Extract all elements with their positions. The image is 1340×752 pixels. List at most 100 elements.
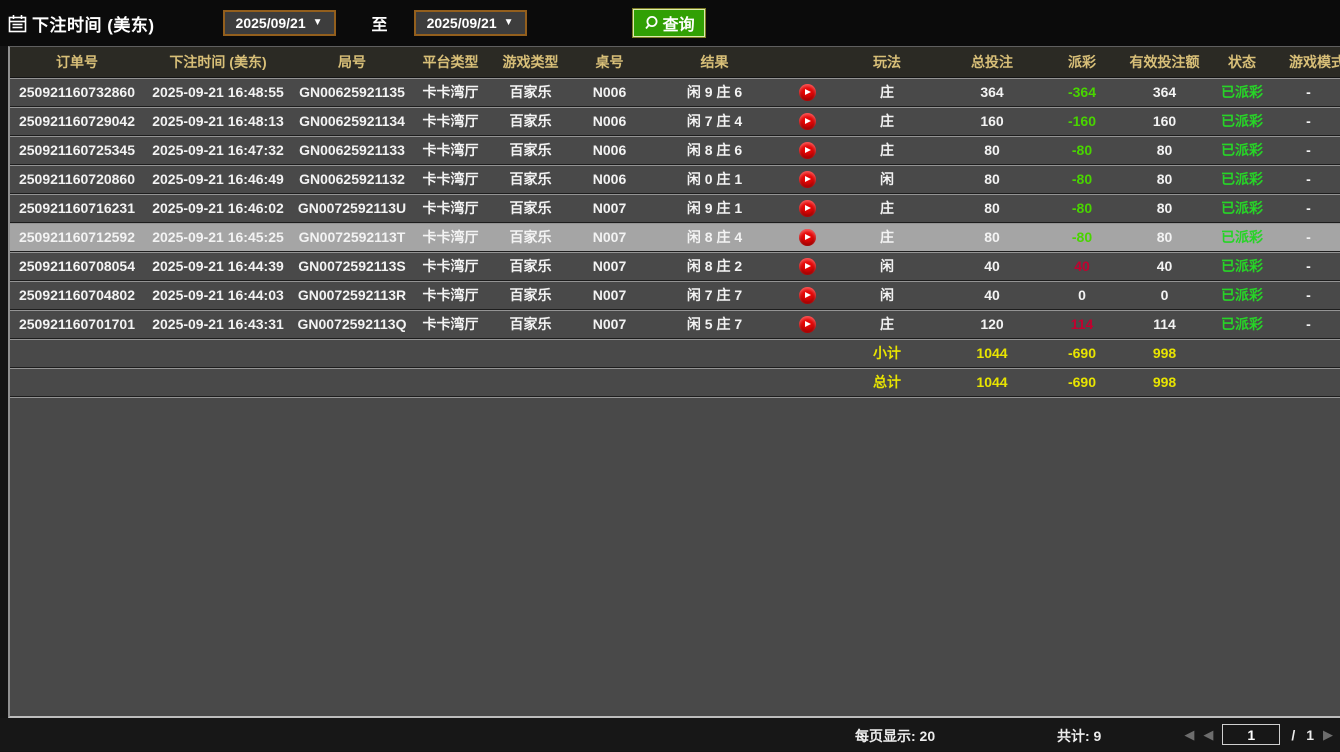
cell-bet-time: 2025-09-21 16:48:13 [144, 107, 292, 136]
cell-valid-bet: 80 [1122, 223, 1207, 252]
cell-bet-time: 2025-09-21 16:43:31 [144, 310, 292, 339]
cell-status: 已派彩 [1207, 165, 1277, 194]
cell-order-id: 250921160716231 [10, 194, 144, 223]
prev-page-icon[interactable]: ◀ [1203, 728, 1213, 741]
date-from-value: 2025/09/21 [236, 15, 306, 31]
cell-total-bet: 364 [942, 78, 1042, 107]
table-header-row: 订单号 下注时间 (美东) 局号 平台类型 游戏类型 桌号 结果 玩法 总投注 … [10, 47, 1340, 78]
cell-result: 闲 5 庄 7 [647, 310, 782, 339]
cell-total-bet: 160 [942, 107, 1042, 136]
replay-video-icon[interactable] [799, 229, 816, 246]
table-row[interactable]: 250921160701701 2025-09-21 16:43:31 GN00… [10, 310, 1340, 339]
cell-game-type: 百家乐 [489, 194, 572, 223]
cell-replay [782, 107, 832, 136]
filter-toolbar: 下注时间 (美东) 2025/09/21 ▼ 至 2025/09/21 ▼ 查询 [0, 0, 1340, 46]
cell-result: 闲 7 庄 7 [647, 281, 782, 310]
cell-valid-bet: 80 [1122, 165, 1207, 194]
cell-valid-bet: 160 [1122, 107, 1207, 136]
first-page-icon[interactable]: ◀ [1184, 728, 1194, 741]
table-row[interactable]: 250921160708054 2025-09-21 16:44:39 GN00… [10, 252, 1340, 281]
chevron-down-icon: ▼ [504, 18, 514, 28]
table-row[interactable]: 250921160725345 2025-09-21 16:47:32 GN00… [10, 136, 1340, 165]
col-header-round-id: 局号 [292, 47, 412, 78]
cell-game-mode: - [1277, 194, 1340, 223]
cell-round-id: GN0072592113U [292, 194, 412, 223]
replay-video-icon[interactable] [799, 316, 816, 333]
to-label: 至 [372, 11, 388, 35]
cell-status: 已派彩 [1207, 223, 1277, 252]
subtotal-total-bet: 1044 [942, 339, 1042, 368]
cell-result: 闲 8 庄 2 [647, 252, 782, 281]
cell-payout: -160 [1042, 107, 1122, 136]
cell-game-mode: - [1277, 78, 1340, 107]
query-button[interactable]: 查询 [633, 9, 705, 37]
table-row[interactable]: 250921160704802 2025-09-21 16:44:03 GN00… [10, 281, 1340, 310]
cell-bet-time: 2025-09-21 16:45:25 [144, 223, 292, 252]
table-row[interactable]: 250921160716231 2025-09-21 16:46:02 GN00… [10, 194, 1340, 223]
page-title: 下注时间 (美东) [32, 11, 155, 36]
cell-payout: -364 [1042, 78, 1122, 107]
table-row[interactable]: 250921160729042 2025-09-21 16:48:13 GN00… [10, 107, 1340, 136]
cell-payout: -80 [1042, 223, 1122, 252]
cell-order-id: 250921160708054 [10, 252, 144, 281]
cell-platform: 卡卡湾厅 [412, 78, 489, 107]
cell-bet-time: 2025-09-21 16:48:55 [144, 78, 292, 107]
cell-payout: 40 [1042, 252, 1122, 281]
col-header-total-bet: 总投注 [942, 47, 1042, 78]
table-row[interactable]: 250921160732860 2025-09-21 16:48:55 GN00… [10, 78, 1340, 107]
cell-platform: 卡卡湾厅 [412, 165, 489, 194]
cell-bet-time: 2025-09-21 16:46:02 [144, 194, 292, 223]
grand-total-row: 总计 1044 -690 998 [10, 368, 1340, 397]
replay-video-icon[interactable] [799, 200, 816, 217]
replay-video-icon[interactable] [799, 142, 816, 159]
cell-result: 闲 8 庄 4 [647, 223, 782, 252]
calendar-icon [8, 14, 27, 33]
cell-game-type: 百家乐 [489, 78, 572, 107]
cell-platform: 卡卡湾厅 [412, 194, 489, 223]
cell-round-id: GN0072592113R [292, 281, 412, 310]
date-from-select[interactable]: 2025/09/21 ▼ [223, 10, 336, 36]
query-button-label: 查询 [663, 11, 695, 35]
cell-game-type: 百家乐 [489, 310, 572, 339]
col-header-game-type: 游戏类型 [489, 47, 572, 78]
cell-round-id: GN0072592113S [292, 252, 412, 281]
total-count-label: 共计: 9 [1057, 726, 1101, 746]
cell-status: 已派彩 [1207, 281, 1277, 310]
cell-status: 已派彩 [1207, 252, 1277, 281]
replay-video-icon[interactable] [799, 84, 816, 101]
col-header-replay [782, 47, 832, 78]
cell-play: 庄 [832, 310, 942, 339]
subtotal-valid-bet: 998 [1122, 339, 1207, 368]
chevron-down-icon: ▼ [313, 18, 323, 28]
cell-play: 庄 [832, 136, 942, 165]
cell-total-bet: 40 [942, 281, 1042, 310]
col-header-order-id: 订单号 [10, 47, 144, 78]
cell-result: 闲 7 庄 4 [647, 107, 782, 136]
page-number-input[interactable] [1222, 724, 1280, 745]
replay-video-icon[interactable] [799, 171, 816, 188]
date-to-select[interactable]: 2025/09/21 ▼ [414, 10, 527, 36]
cell-table-no: N007 [572, 281, 647, 310]
replay-video-icon[interactable] [799, 113, 816, 130]
cell-payout: -80 [1042, 194, 1122, 223]
cell-replay [782, 136, 832, 165]
cell-table-no: N007 [572, 252, 647, 281]
col-header-platform: 平台类型 [412, 47, 489, 78]
table-body: 250921160732860 2025-09-21 16:48:55 GN00… [10, 78, 1340, 339]
cell-result: 闲 9 庄 6 [647, 78, 782, 107]
replay-video-icon[interactable] [799, 258, 816, 275]
subtotal-payout: -690 [1042, 339, 1122, 368]
next-page-icon[interactable]: ▶ [1323, 728, 1333, 741]
cell-valid-bet: 80 [1122, 136, 1207, 165]
table-row[interactable]: 250921160712592 2025-09-21 16:45:25 GN00… [10, 223, 1340, 252]
cell-valid-bet: 80 [1122, 194, 1207, 223]
cell-game-mode: - [1277, 107, 1340, 136]
cell-round-id: GN00625921133 [292, 136, 412, 165]
cell-table-no: N006 [572, 136, 647, 165]
cell-order-id: 250921160704802 [10, 281, 144, 310]
table-row[interactable]: 250921160720860 2025-09-21 16:46:49 GN00… [10, 165, 1340, 194]
cell-order-id: 250921160725345 [10, 136, 144, 165]
subtotal-label: 小计 [832, 339, 942, 368]
replay-video-icon[interactable] [799, 287, 816, 304]
cell-replay [782, 223, 832, 252]
